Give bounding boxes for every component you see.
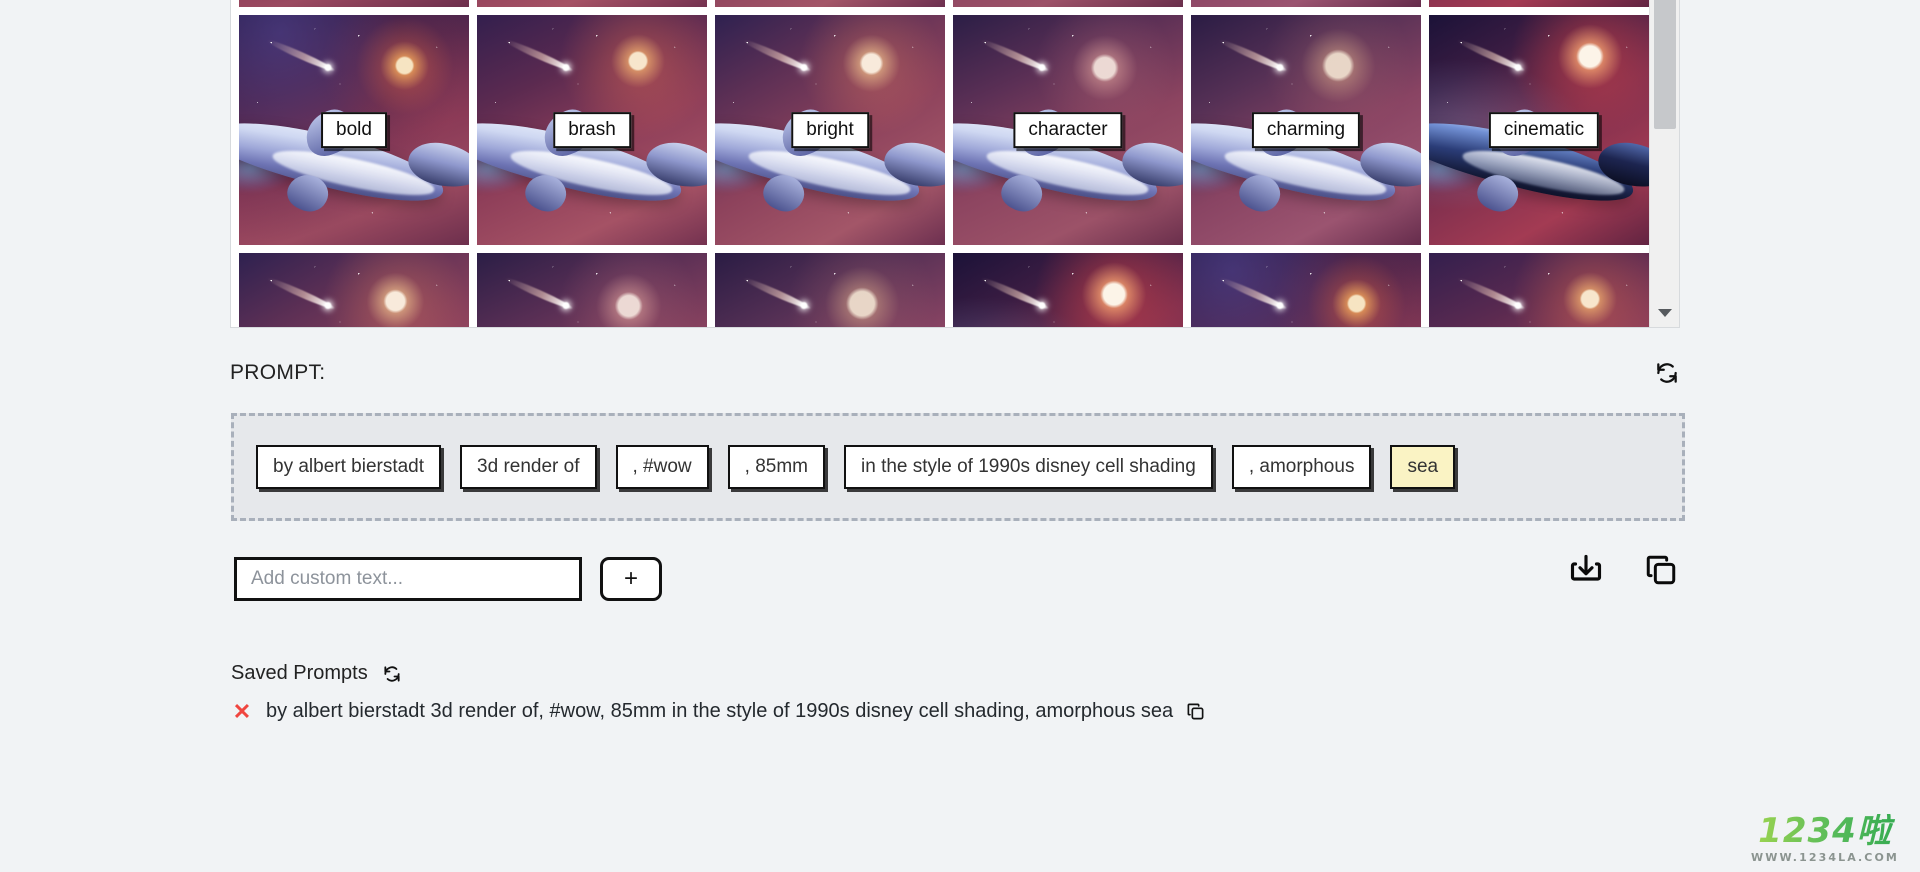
gallery-image-cell[interactable]: [477, 253, 707, 327]
saved-prompt-item: ✕ by albert bierstadt 3d render of, #wow…: [231, 700, 1205, 723]
gallery-image-cell[interactable]: [715, 253, 945, 327]
gallery-row: bold brash bright character charming cinemati…: [239, 15, 1659, 245]
delete-saved-prompt-button[interactable]: ✕: [231, 700, 253, 723]
stars-overlay: [1429, 0, 1659, 7]
stars-overlay: [1191, 253, 1421, 327]
gallery-image-cell[interactable]: [1429, 253, 1659, 327]
copy-icon: [1646, 555, 1676, 585]
scroll-down-arrow-icon[interactable]: [1657, 309, 1672, 317]
download-icon: [1570, 554, 1602, 581]
gallery-image-cell[interactable]: bright: [715, 15, 945, 245]
stars-overlay: [477, 253, 707, 327]
stars-overlay: [715, 253, 945, 327]
stars-overlay: [477, 0, 707, 7]
saved-prompts-title: Saved Prompts: [231, 662, 368, 684]
gallery-image-cell[interactable]: charming: [1191, 15, 1421, 245]
gallery-image-cell[interactable]: bold: [239, 15, 469, 245]
gallery-row: [239, 0, 1659, 7]
copy-saved-prompt-button[interactable]: [1186, 702, 1205, 721]
prompt-actions: [1568, 552, 1678, 588]
stars-overlay: [239, 0, 469, 7]
saved-prompts-header: Saved Prompts: [231, 662, 402, 685]
gallery-cell-label[interactable]: bright: [791, 112, 869, 148]
gallery-image-cell[interactable]: [715, 0, 945, 7]
gallery-image-cell[interactable]: [239, 253, 469, 327]
stars-overlay: [1429, 253, 1659, 327]
app-root: bold brash bright character charming cinemati…: [0, 0, 1920, 872]
gallery-cell-label[interactable]: character: [1013, 112, 1123, 148]
saved-prompts-refresh-button[interactable]: [382, 664, 402, 684]
refresh-icon: [384, 665, 400, 682]
gallery-image-cell[interactable]: character: [953, 15, 1183, 245]
download-prompt-button[interactable]: [1568, 552, 1604, 588]
gallery-image-cell[interactable]: brash: [477, 15, 707, 245]
page-title: PROMPT:: [230, 361, 326, 384]
gallery-image-cell[interactable]: [953, 253, 1183, 327]
gallery-cell-label[interactable]: charming: [1251, 112, 1361, 148]
gallery-image-cell[interactable]: cinematic: [1429, 15, 1659, 245]
add-chip-button[interactable]: +: [600, 557, 662, 601]
gallery-cell-label[interactable]: brash: [553, 112, 631, 148]
watermark-url: WWW.1234LA.COM: [1751, 851, 1899, 864]
prompt-chip[interactable]: in the style of 1990s disney cell shadin…: [844, 444, 1213, 490]
watermark-logo-text: 1234啦: [1740, 814, 1910, 848]
copy-icon: [1187, 703, 1204, 720]
custom-text-input[interactable]: [234, 557, 582, 601]
prompt-chip[interactable]: 3d render of: [460, 444, 597, 490]
prompt-header: PROMPT:: [230, 360, 1680, 386]
prompt-chip[interactable]: by albert bierstadt: [256, 444, 442, 490]
prompt-chips-container: by albert bierstadt 3d render of , #wow , 8…: [231, 413, 1685, 521]
gallery-cell-label[interactable]: cinematic: [1488, 112, 1600, 148]
gallery-cell-label[interactable]: bold: [321, 112, 387, 148]
stars-overlay: [715, 0, 945, 7]
gallery-image-cell[interactable]: [1429, 0, 1659, 7]
image-gallery-panel: bold brash bright character charming cinemati…: [230, 0, 1680, 328]
stars-overlay: [953, 0, 1183, 7]
prompt-chip[interactable]: , #wow: [615, 444, 709, 490]
gallery-image-cell[interactable]: [953, 0, 1183, 7]
refresh-icon: [1657, 363, 1677, 383]
gallery-image-cell[interactable]: [1191, 0, 1421, 7]
gallery-scrollbar[interactable]: [1649, 0, 1679, 327]
saved-prompt-text[interactable]: by albert bierstadt 3d render of, #wow, …: [266, 700, 1173, 723]
gallery-row: [239, 253, 1659, 327]
gallery-image-cell[interactable]: [477, 0, 707, 7]
prompt-shuffle-button[interactable]: [1654, 360, 1680, 386]
prompt-chip[interactable]: sea: [1390, 444, 1456, 490]
stars-overlay: [239, 253, 469, 327]
scrollbar-thumb[interactable]: [1654, 0, 1676, 129]
gallery-scroll-area[interactable]: bold brash bright character charming cinemati…: [231, 0, 1659, 327]
gallery-image-cell[interactable]: [1191, 253, 1421, 327]
prompt-chip[interactable]: , amorphous: [1231, 444, 1372, 490]
stars-overlay: [953, 253, 1183, 327]
watermark: 1234啦 WWW.1234LA.COM: [1740, 814, 1910, 864]
stars-overlay: [1191, 0, 1421, 7]
prompt-chip[interactable]: , 85mm: [727, 444, 825, 490]
copy-prompt-button[interactable]: [1644, 553, 1678, 587]
custom-text-row: +: [234, 557, 662, 601]
gallery-image-cell[interactable]: [239, 0, 469, 7]
